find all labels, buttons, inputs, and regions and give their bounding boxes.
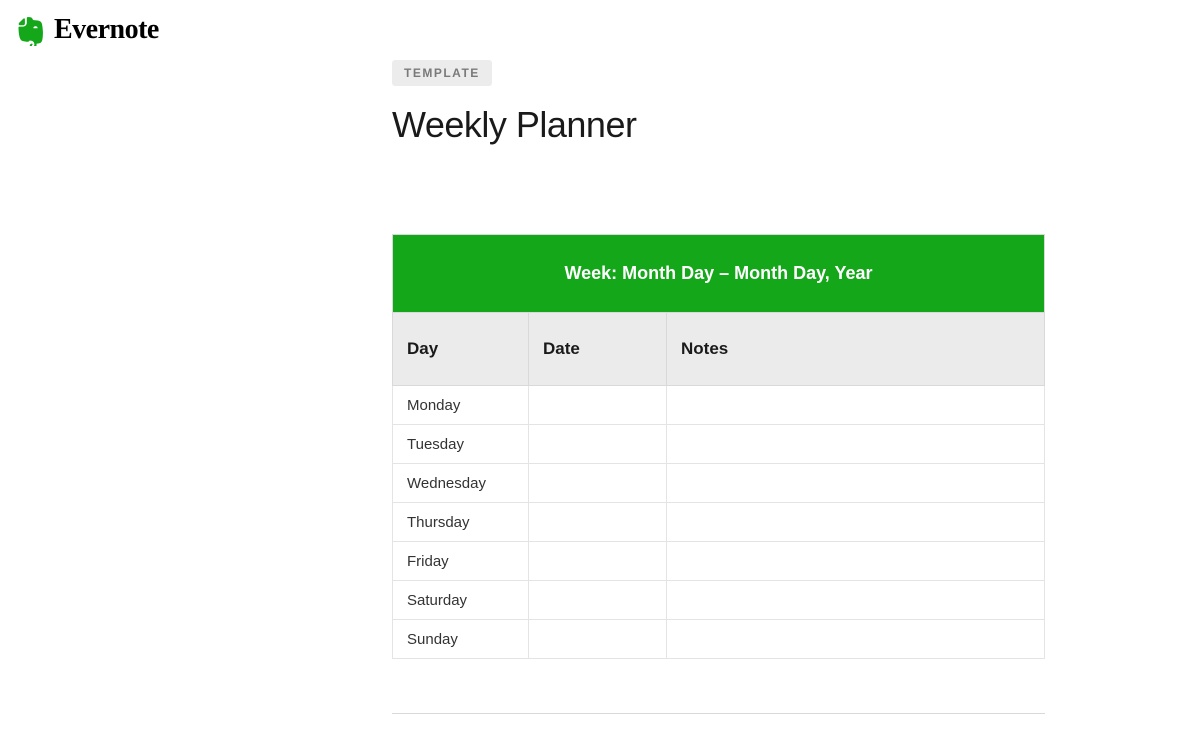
evernote-elephant-icon [14,14,46,46]
table-row: Sunday [393,620,1045,659]
brand-logo[interactable]: Evernote [14,14,159,46]
cell-notes[interactable] [667,503,1045,542]
table-row: Tuesday [393,425,1045,464]
cell-notes[interactable] [667,464,1045,503]
table-column-header-row: Day Date Notes [393,313,1045,386]
cell-day[interactable]: Monday [393,386,529,425]
column-header-day: Day [393,313,529,386]
divider [392,713,1045,714]
brand-name: Evernote [54,14,159,46]
template-content: TEMPLATE Weekly Planner Week: Month Day … [392,60,1045,714]
cell-date[interactable] [529,386,667,425]
template-badge: TEMPLATE [392,60,492,86]
cell-day[interactable]: Friday [393,542,529,581]
page-title: Weekly Planner [392,104,1045,146]
column-header-notes: Notes [667,313,1045,386]
cell-date[interactable] [529,464,667,503]
cell-date[interactable] [529,503,667,542]
cell-notes[interactable] [667,425,1045,464]
table-row: Saturday [393,581,1045,620]
cell-day[interactable]: Saturday [393,581,529,620]
cell-notes[interactable] [667,620,1045,659]
cell-day[interactable]: Thursday [393,503,529,542]
table-row: Thursday [393,503,1045,542]
table-week-header[interactable]: Week: Month Day – Month Day, Year [393,235,1045,313]
column-header-date: Date [529,313,667,386]
table-row: Wednesday [393,464,1045,503]
cell-date[interactable] [529,425,667,464]
table-row: Friday [393,542,1045,581]
cell-notes[interactable] [667,581,1045,620]
table-row: Monday [393,386,1045,425]
cell-notes[interactable] [667,542,1045,581]
table-week-header-row: Week: Month Day – Month Day, Year [393,235,1045,313]
cell-day[interactable]: Wednesday [393,464,529,503]
cell-date[interactable] [529,542,667,581]
weekly-planner-table: Week: Month Day – Month Day, Year Day Da… [392,234,1045,659]
cell-date[interactable] [529,581,667,620]
cell-date[interactable] [529,620,667,659]
cell-day[interactable]: Tuesday [393,425,529,464]
cell-day[interactable]: Sunday [393,620,529,659]
cell-notes[interactable] [667,386,1045,425]
